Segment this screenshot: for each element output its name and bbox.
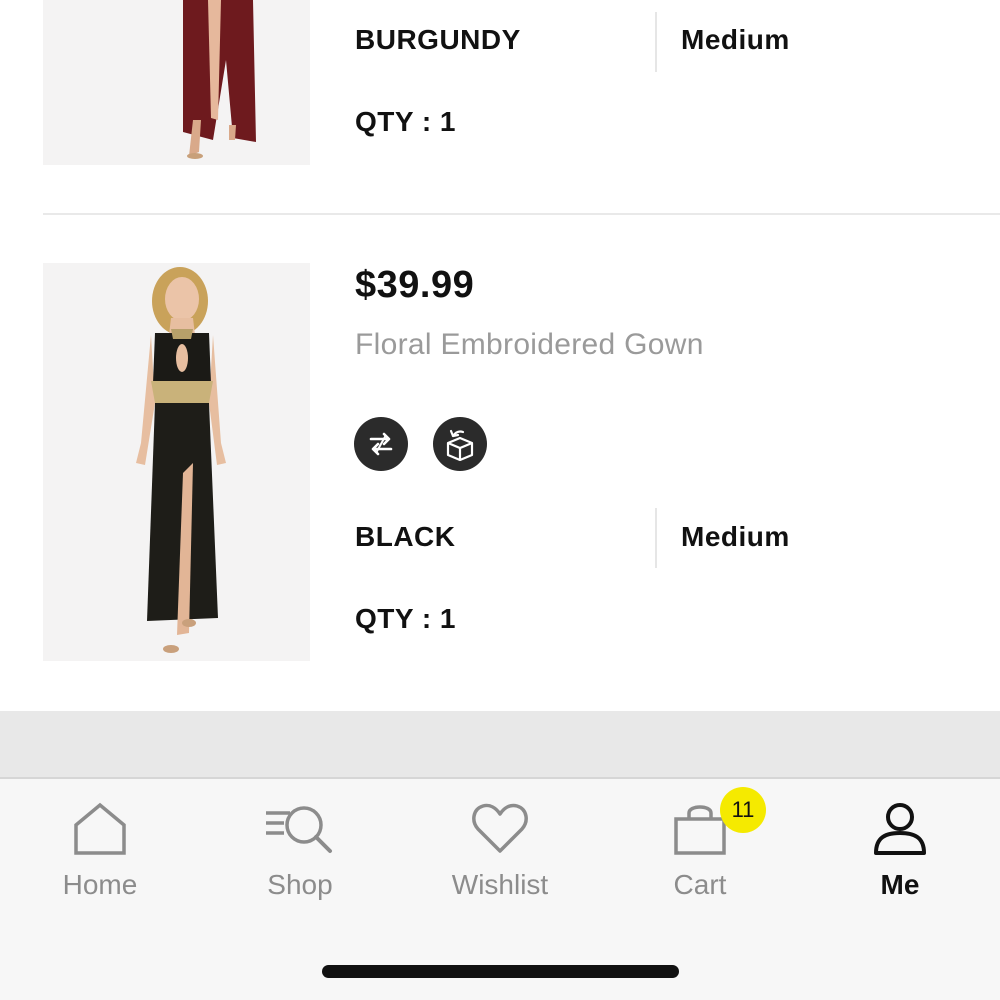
- home-icon: [72, 801, 128, 862]
- heart-icon: [470, 801, 530, 862]
- item-size: Medium: [681, 24, 790, 55]
- return-box-icon[interactable]: [433, 417, 487, 471]
- tab-label: Me: [880, 869, 920, 900]
- item-price: $39.99: [355, 264, 475, 306]
- item-quantity: QTY : 1: [355, 603, 457, 634]
- tab-cart[interactable]: Cart: [600, 779, 800, 929]
- product-image-black-gown[interactable]: [43, 263, 310, 661]
- item-name[interactable]: Floral Embroidered Gown: [355, 328, 704, 362]
- item-separator: [43, 213, 1000, 215]
- tab-label: Wishlist: [451, 869, 549, 900]
- person-icon: [872, 801, 928, 862]
- cart-count-badge: 11: [720, 787, 766, 833]
- list-footer-band: [0, 711, 1000, 777]
- item-color: BLACK: [355, 521, 456, 552]
- tab-home[interactable]: Home: [0, 779, 200, 929]
- tab-label: Shop: [267, 869, 333, 900]
- exchange-icon[interactable]: [354, 417, 408, 471]
- item-quantity: QTY : 1: [355, 106, 457, 137]
- tab-me[interactable]: Me: [800, 779, 1000, 929]
- divider: [655, 12, 657, 72]
- product-image-burgundy[interactable]: [43, 0, 310, 165]
- tab-shop[interactable]: Shop: [200, 779, 400, 929]
- tab-label: Cart: [673, 869, 727, 900]
- home-indicator[interactable]: [322, 965, 679, 978]
- tab-label: Home: [62, 869, 138, 900]
- tab-wishlist[interactable]: Wishlist: [400, 779, 600, 929]
- shop-search-icon: [264, 801, 336, 862]
- divider: [655, 508, 657, 568]
- item-size: Medium: [681, 521, 790, 552]
- item-color: BURGUNDY: [355, 24, 521, 55]
